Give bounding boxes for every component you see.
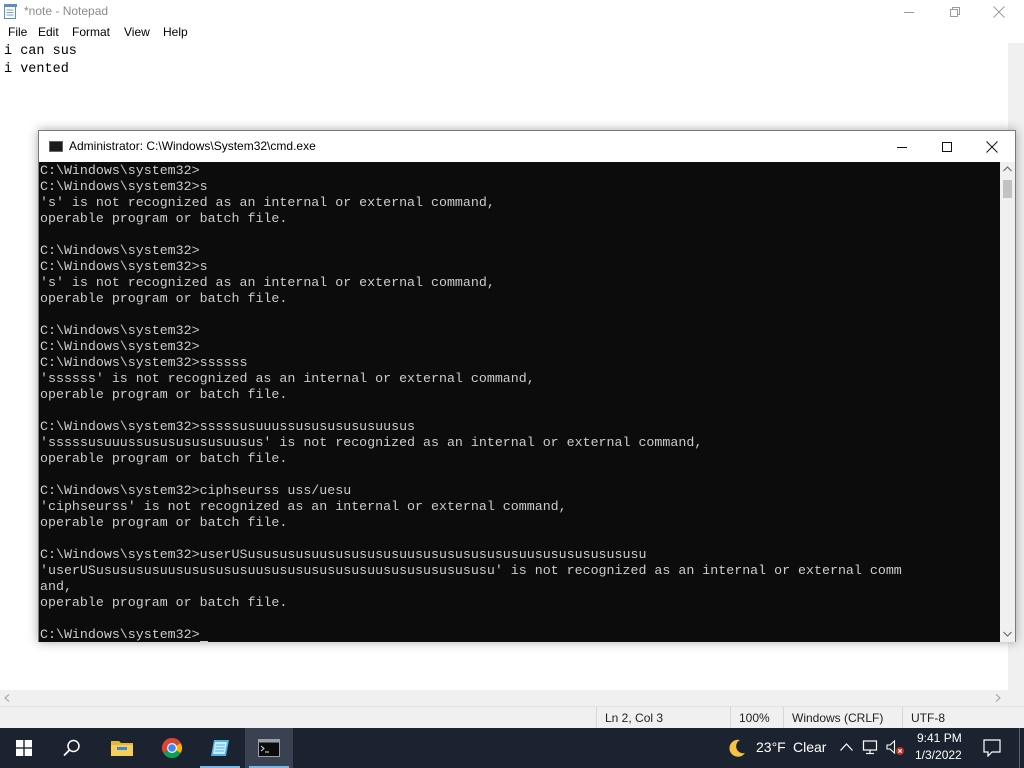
status-encoding: UTF-8 xyxy=(902,707,1024,729)
taskbar: 23°F Clear 9:41 PM 1/3/2022 xyxy=(0,728,1024,768)
weather-condition[interactable]: Clear xyxy=(793,739,826,755)
taskbar-cmd[interactable] xyxy=(245,728,293,768)
restore-icon xyxy=(950,6,960,17)
cmd-line: operable program or batch file. xyxy=(40,387,288,402)
status-line-ending: Windows (CRLF) xyxy=(783,707,902,729)
menu-edit[interactable]: Edit xyxy=(38,25,59,39)
menu-format[interactable]: Format xyxy=(72,25,110,39)
clock-time[interactable]: 9:41 PM xyxy=(917,731,962,745)
cmd-line: operable program or batch file. xyxy=(40,595,288,610)
cmd-title-bar[interactable]: Administrator: C:\Windows\System32\cmd.e… xyxy=(39,131,1015,162)
desktop: *note - Notepad File Edit Format View He… xyxy=(0,0,1024,768)
notepad-close-button[interactable] xyxy=(976,0,1022,23)
close-icon xyxy=(986,140,998,153)
chrome-icon xyxy=(161,737,183,759)
cmd-line: 'sssssusuuussusususususuusus' is not rec… xyxy=(40,435,703,450)
cmd-line: and, xyxy=(40,579,72,594)
search-button[interactable] xyxy=(48,728,96,768)
cmd-line: C:\Windows\system32>ssssss xyxy=(40,355,248,370)
show-desktop-button[interactable] xyxy=(1019,728,1024,768)
cmd-minimize-button[interactable] xyxy=(879,131,925,162)
notepad-title: *note - Notepad xyxy=(24,4,109,18)
chevron-up-icon[interactable] xyxy=(840,743,853,751)
file-explorer-icon xyxy=(111,741,133,756)
notepad-line: i can sus xyxy=(4,44,77,59)
notepad-status-bar: Ln 2, Col 3 100% Windows (CRLF) UTF-8 xyxy=(0,706,1024,729)
cmd-app-icon xyxy=(49,141,63,152)
scroll-up-icon[interactable] xyxy=(1003,166,1012,172)
weather-temperature[interactable]: 23°F xyxy=(756,739,786,755)
network-icon[interactable] xyxy=(862,740,879,755)
cmd-line: C:\Windows\system32>userUSususususuususu… xyxy=(40,547,647,562)
windows-start-icon xyxy=(16,740,32,756)
cmd-maximize-button[interactable] xyxy=(924,131,970,162)
minimize-icon xyxy=(897,146,907,148)
cmd-line: operable program or batch file. xyxy=(40,211,288,226)
moon-weather-icon xyxy=(729,739,745,757)
cmd-line: C:\Windows\system32> xyxy=(40,627,200,642)
cmd-scroll-thumb[interactable] xyxy=(1003,180,1012,198)
clock-date[interactable]: 1/3/2022 xyxy=(915,748,962,762)
notepad-title-bar[interactable]: *note - Notepad xyxy=(0,0,1024,23)
cmd-line: C:\Windows\system32>sssssusuuussusususus… xyxy=(40,419,416,434)
cmd-vertical-scrollbar[interactable] xyxy=(1000,162,1015,642)
cmd-line: C:\Windows\system32> xyxy=(40,323,200,338)
notepad-minimize-button[interactable] xyxy=(886,0,932,23)
minimize-icon xyxy=(904,11,914,13)
menu-file[interactable]: File xyxy=(8,25,27,39)
scroll-left-icon[interactable] xyxy=(4,694,10,702)
notifications-icon[interactable] xyxy=(983,739,1001,757)
status-zoom: 100% xyxy=(730,707,783,729)
cmd-line: C:\Windows\system32>s xyxy=(40,259,208,274)
notepad-restore-button[interactable] xyxy=(932,0,978,23)
menu-view[interactable]: View xyxy=(124,25,150,39)
cmd-line: C:\Windows\system32>s xyxy=(40,179,208,194)
cmd-line: 'userUSususususuusususususuususususususu… xyxy=(40,563,902,578)
cmd-close-button[interactable] xyxy=(969,131,1015,162)
cmd-line: operable program or batch file. xyxy=(40,291,288,306)
volume-muted-icon[interactable] xyxy=(886,739,905,756)
scroll-right-icon[interactable] xyxy=(995,694,1001,702)
cmd-icon xyxy=(258,739,280,757)
notepad-icon xyxy=(211,740,229,756)
cmd-title: Administrator: C:\Windows\System32\cmd.e… xyxy=(69,139,316,153)
cmd-line: operable program or batch file. xyxy=(40,451,288,466)
scroll-down-icon[interactable] xyxy=(1003,631,1012,637)
cmd-line: C:\Windows\system32> xyxy=(40,243,200,258)
cmd-line: 's' is not recognized as an internal or … xyxy=(40,195,495,210)
cmd-window[interactable]: Administrator: C:\Windows\System32\cmd.e… xyxy=(38,130,1016,642)
notepad-menu-bar: File Edit Format View Help xyxy=(0,23,1024,43)
notepad-horizontal-scrollbar[interactable] xyxy=(0,690,1008,706)
cmd-line: 'ssssss' is not recognized as an interna… xyxy=(40,371,535,386)
cmd-line: 'ciphseurss' is not recognized as an int… xyxy=(40,499,567,514)
scrollbar-corner xyxy=(1008,690,1024,706)
cmd-line: C:\Windows\system32> xyxy=(40,163,200,178)
taskbar-file-explorer[interactable] xyxy=(98,728,146,768)
text-cursor xyxy=(200,641,208,642)
cmd-console-output[interactable]: C:\Windows\system32> C:\Windows\system32>… xyxy=(39,162,1000,642)
maximize-icon xyxy=(942,141,952,152)
start-button[interactable] xyxy=(0,728,48,768)
cmd-line: operable program or batch file. xyxy=(40,515,288,530)
cmd-line: C:\Windows\system32>ciphseurss uss/uesu xyxy=(40,483,352,498)
menu-help[interactable]: Help xyxy=(163,25,188,39)
cmd-line: C:\Windows\system32> xyxy=(40,339,200,354)
search-icon xyxy=(63,739,80,757)
close-icon xyxy=(993,5,1005,18)
status-cursor-position: Ln 2, Col 3 xyxy=(596,707,730,729)
cmd-line: 's' is not recognized as an internal or … xyxy=(40,275,495,290)
notepad-line: i vented xyxy=(4,62,69,77)
taskbar-chrome[interactable] xyxy=(148,728,196,768)
taskbar-notepad[interactable] xyxy=(196,728,244,768)
notepad-app-icon xyxy=(4,4,17,19)
